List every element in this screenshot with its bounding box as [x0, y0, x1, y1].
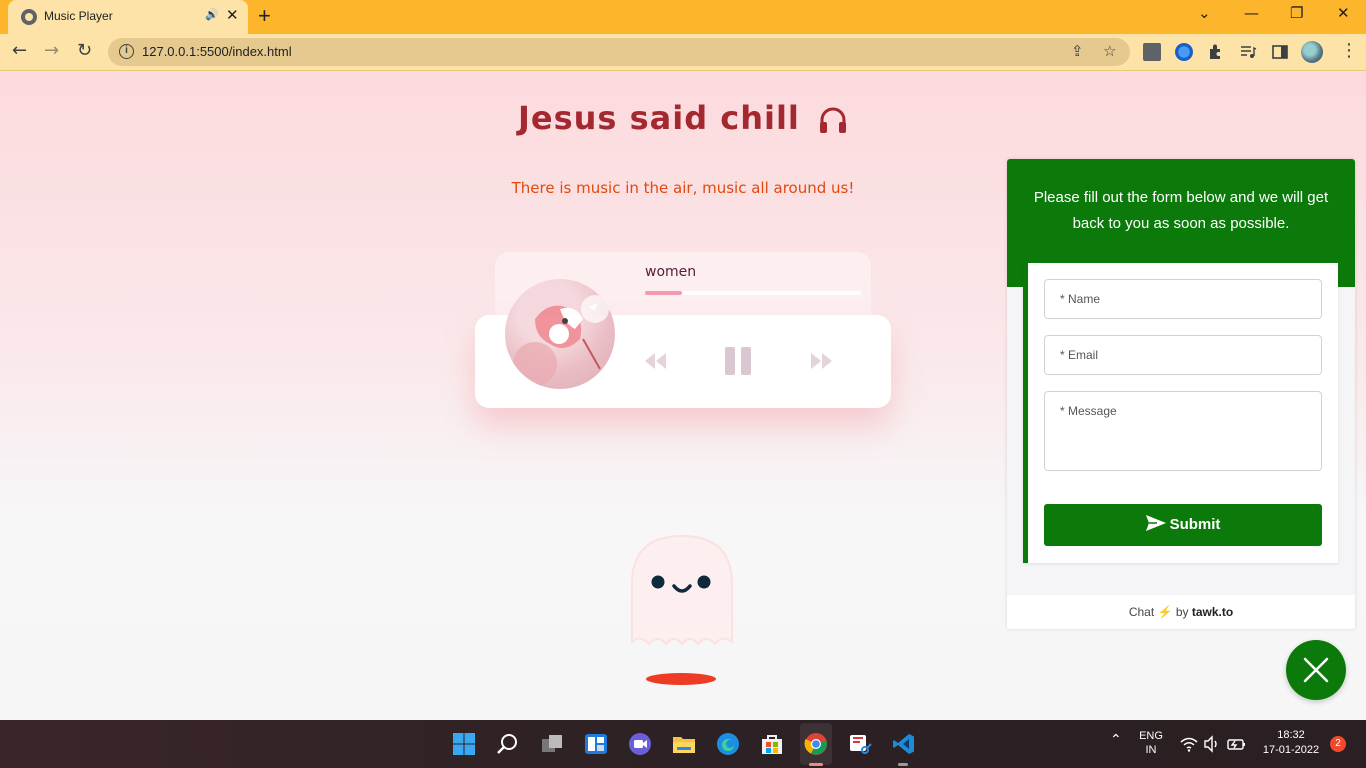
disc-center [549, 324, 569, 344]
widgets-icon[interactable] [584, 732, 608, 756]
ghost-shadow [646, 673, 716, 685]
footer-prefix: Chat [1128, 605, 1155, 619]
chat-close-button[interactable] [1286, 640, 1346, 700]
lightning-icon: ⚡ [1157, 605, 1173, 619]
submit-button[interactable]: Submit [1044, 504, 1322, 546]
page-viewport: Jesus said chill There is music in the a… [0, 71, 1366, 720]
extension-globe-icon[interactable] [1175, 43, 1193, 61]
name-field[interactable]: * Name [1044, 279, 1322, 319]
message-field[interactable]: * Message [1044, 391, 1322, 471]
url-text[interactable]: 127.0.0.1:5500/index.html [142, 44, 292, 59]
task-view-icon[interactable] [540, 732, 564, 756]
chat-teams-icon[interactable] [628, 732, 652, 756]
rewind-icon [645, 353, 666, 369]
wifi-icon[interactable] [1180, 735, 1198, 753]
notification-badge[interactable]: 2 [1330, 736, 1346, 752]
speaker-icon[interactable]: 🔊 [205, 8, 219, 21]
search-icon[interactable] [496, 732, 520, 756]
lang-line2: IN [1145, 744, 1157, 756]
chevron-up-icon[interactable]: ⌃ [1110, 732, 1122, 748]
clock[interactable]: 18:32 17-01-2022 [1258, 729, 1324, 756]
headphones-icon [818, 104, 848, 133]
back-button[interactable]: ← [12, 40, 27, 61]
chat-footer[interactable]: Chat ⚡ by tawk.to [1007, 595, 1355, 629]
send-icon [1145, 506, 1166, 531]
share-icon[interactable]: ⇪ [1071, 42, 1084, 60]
fast-forward-icon [811, 353, 832, 369]
ghost-illustration [628, 534, 736, 650]
windows-start-icon[interactable] [452, 732, 476, 756]
close-icon [1303, 657, 1329, 683]
edge-browser-icon[interactable] [716, 732, 740, 756]
media-control-icon[interactable] [1239, 43, 1257, 61]
language-indicator[interactable]: ENG IN [1134, 730, 1168, 756]
snipping-tool-icon[interactable] [848, 732, 872, 756]
email-field[interactable]: * Email [1044, 335, 1322, 375]
clock-time: 18:32 [1277, 729, 1305, 741]
bookmark-star-icon[interactable]: ☆ [1103, 42, 1116, 60]
close-tab-icon[interactable]: ✕ [226, 6, 239, 24]
page-heading: Jesus said chill [0, 99, 1366, 137]
side-panel-icon[interactable] [1271, 43, 1289, 61]
address-bar[interactable]: i 127.0.0.1:5500/index.html ⇪ ☆ [108, 38, 1130, 66]
new-tab-button[interactable]: + [258, 3, 271, 29]
battery-icon[interactable] [1227, 735, 1247, 753]
chat-widget-panel: Please fill out the form below and we wi… [1007, 159, 1355, 629]
submit-label: Submit [1169, 516, 1221, 533]
chat-header-text: Please fill out the form below and we wi… [1033, 189, 1329, 232]
chevron-down-icon[interactable]: ⌄ [1198, 4, 1211, 22]
footer-by: by [1175, 605, 1189, 619]
pause-icon [725, 347, 751, 375]
lang-line1: ENG [1139, 730, 1163, 742]
vscode-icon[interactable] [892, 732, 916, 756]
pause-button[interactable] [724, 346, 752, 376]
tab-title: Music Player [44, 9, 113, 23]
browser-tab[interactable]: Music Player 🔊 ✕ [8, 0, 248, 34]
globe-icon [21, 9, 37, 25]
vscode-running-indicator [898, 763, 908, 766]
volume-icon[interactable] [1203, 735, 1221, 753]
chrome-running-indicator [809, 763, 823, 766]
footer-brand: tawk.to [1191, 605, 1234, 619]
clock-date: 17-01-2022 [1262, 744, 1320, 756]
chrome-icon[interactable] [804, 732, 828, 756]
microsoft-store-icon[interactable] [760, 732, 784, 756]
progress-fill [645, 291, 682, 295]
progress-bar[interactable] [645, 291, 861, 295]
fast-forward-button[interactable] [810, 346, 834, 376]
info-icon[interactable]: i [119, 44, 134, 59]
album-art-disc [505, 279, 615, 389]
page-title: Jesus said chill [517, 99, 800, 137]
extensions-puzzle-icon[interactable] [1207, 43, 1225, 61]
reload-button[interactable]: ↻ [77, 40, 92, 61]
rewind-button[interactable] [643, 346, 667, 376]
minimize-button[interactable]: — [1244, 4, 1259, 22]
song-title: women [645, 264, 697, 280]
forward-button[interactable]: → [44, 40, 59, 61]
restore-button[interactable]: ❐ [1290, 4, 1303, 22]
browser-toolbar: ← → ↻ i 127.0.0.1:5500/index.html ⇪ ☆ ⋮ [0, 34, 1366, 71]
file-explorer-icon[interactable] [672, 732, 696, 756]
windows-taskbar: ⌃ ENG IN 18:32 17-01-2022 [0, 720, 1366, 768]
extension-image-icon[interactable] [1143, 43, 1161, 61]
menu-dots-icon[interactable]: ⋮ [1340, 40, 1358, 61]
close-window-button[interactable]: ✕ [1337, 4, 1350, 22]
profile-avatar[interactable] [1301, 41, 1323, 63]
browser-tab-bar: Music Player 🔊 ✕ + ⌄ — ❐ ✕ [0, 0, 1366, 34]
